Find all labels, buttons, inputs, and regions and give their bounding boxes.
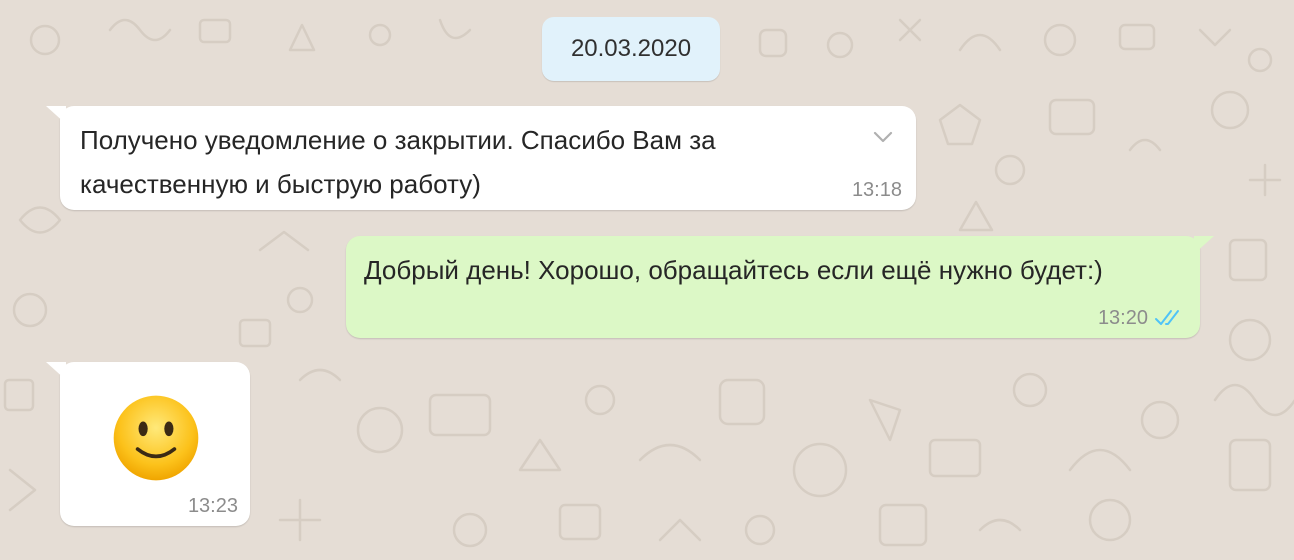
- incoming-emoji-message[interactable]: 13:23: [46, 362, 250, 526]
- outgoing-message[interactable]: Добрый день! Хорошо, обращайтесь если ещ…: [346, 236, 1214, 338]
- double-check-icon: [1155, 310, 1179, 325]
- bubble-tail: [1194, 236, 1214, 254]
- incoming-message[interactable]: Получено уведомление о закрытии. Спасибо…: [46, 106, 916, 210]
- slightly-smiling-face-icon: [113, 395, 199, 481]
- bubble-tail: [46, 106, 66, 124]
- chevron-down-icon[interactable]: [870, 124, 896, 150]
- date-separator: 20.03.2020: [542, 17, 720, 81]
- bubble-tail: [46, 362, 66, 380]
- message-text: Добрый день! Хорошо, обращайтесь если ещ…: [364, 255, 1103, 285]
- message-time: 13:20: [1097, 307, 1148, 329]
- message-time: 13:23: [187, 495, 238, 517]
- message-time: 13:18: [851, 179, 902, 201]
- message-text: Получено уведомление о закрытии. Спасибо…: [80, 125, 716, 199]
- chat-area: 20.03.2020 Получено уведомление о закрыт…: [0, 0, 1294, 560]
